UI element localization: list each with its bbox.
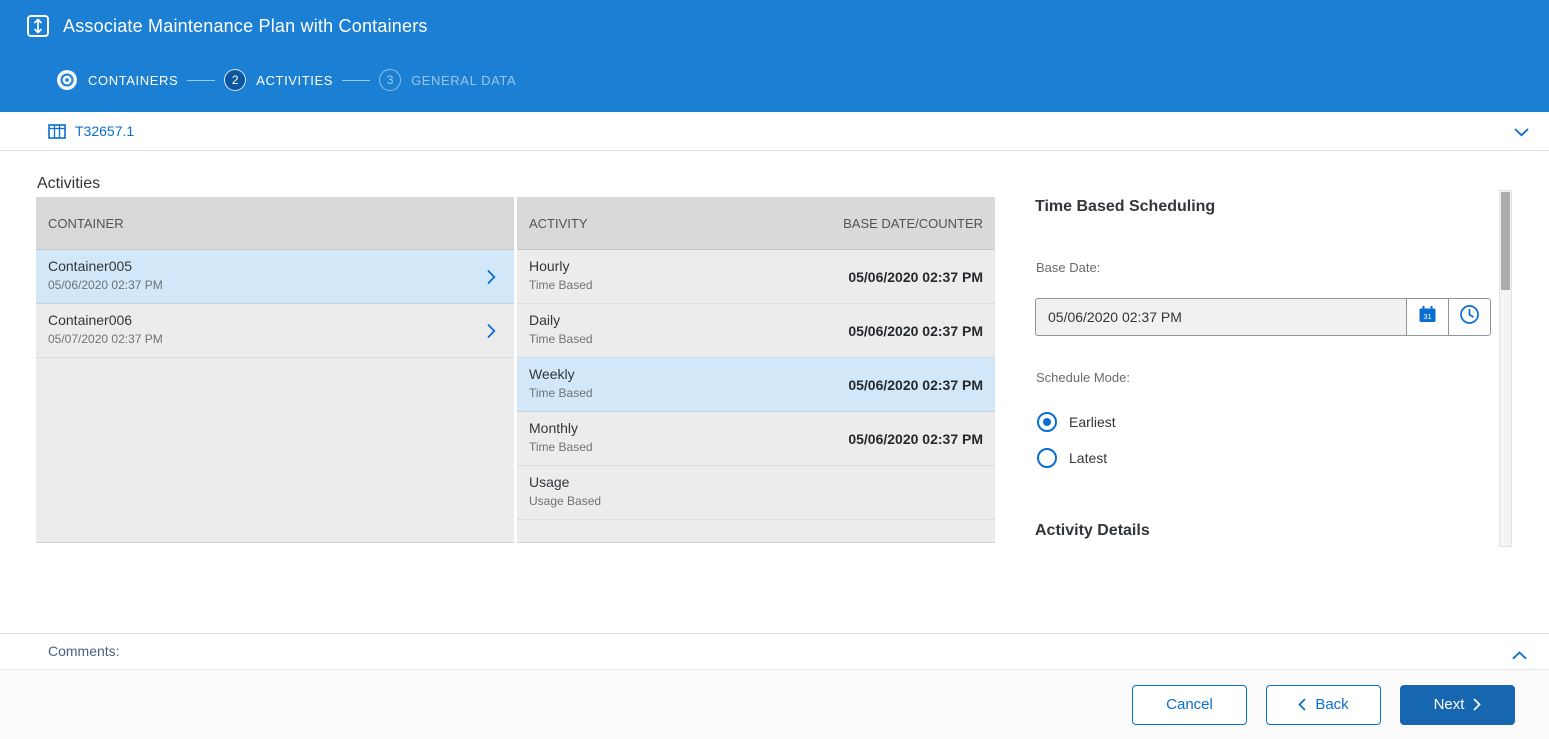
clock-icon: [1459, 304, 1480, 330]
object-link[interactable]: T32657.1: [48, 112, 134, 150]
svg-text:31: 31: [1423, 312, 1431, 321]
cancel-button[interactable]: Cancel: [1132, 684, 1247, 725]
activity-type: Time Based: [529, 440, 593, 454]
base-date-input[interactable]: 05/06/2020 02:37 PM: [1036, 299, 1406, 335]
activity-table: ACTIVITY BASE DATE/COUNTER Hourly Time B…: [517, 197, 995, 543]
calendar-icon: 31: [1418, 305, 1437, 329]
cancel-button-label: Cancel: [1166, 696, 1213, 713]
scheduling-panel: Time Based Scheduling Base Date: 05/06/2…: [1035, 190, 1492, 547]
activity-name: Weekly: [529, 366, 575, 382]
title-row: Associate Maintenance Plan with Containe…: [26, 14, 428, 38]
activity-name: Usage: [529, 474, 570, 490]
object-subheader: T32657.1: [0, 112, 1549, 151]
radio-earliest-control[interactable]: [1037, 412, 1057, 432]
back-button-label: Back: [1315, 696, 1349, 713]
page: Associate Maintenance Plan with Containe…: [0, 0, 1549, 739]
wizard-step-general-data[interactable]: 3 GENERAL DATA: [379, 69, 516, 91]
step-activities-number: 2: [224, 69, 247, 91]
container-name: Container005: [48, 258, 133, 274]
time-picker-button[interactable]: [1448, 299, 1490, 335]
step-general-data-label: GENERAL DATA: [411, 72, 517, 88]
activities-section-title: Activities: [37, 175, 101, 192]
step-connector: [342, 79, 371, 81]
wizard-steps: CONTAINERS 2 ACTIVITIES 3 GENERAL DATA: [56, 69, 516, 91]
app-header: Associate Maintenance Plan with Containe…: [0, 0, 1549, 112]
activity-table-header: ACTIVITY BASE DATE/COUNTER: [517, 197, 995, 250]
chevron-left-icon: [1298, 698, 1306, 711]
next-button[interactable]: Next: [1400, 684, 1515, 725]
step-general-data-number: 3: [379, 69, 402, 91]
comments-bar[interactable]: Comments:: [0, 633, 1549, 669]
radio-earliest-label: Earliest: [1069, 414, 1116, 430]
activity-details-title: Activity Details: [1035, 522, 1150, 539]
wizard-step-containers[interactable]: CONTAINERS: [56, 69, 178, 91]
chevron-right-icon[interactable]: [487, 269, 496, 284]
schedule-mode-label: Schedule Mode:: [1036, 370, 1130, 385]
activity-type: Time Based: [529, 332, 593, 346]
back-button[interactable]: Back: [1266, 684, 1381, 725]
activity-type: Usage Based: [529, 494, 602, 508]
chevron-down-icon[interactable]: [1514, 124, 1529, 142]
page-title: Associate Maintenance Plan with Containe…: [63, 15, 428, 36]
container-row-container006[interactable]: Container006 05/07/2020 02:37 PM: [36, 304, 514, 358]
base-date-label: Base Date:: [1036, 260, 1101, 275]
chevron-right-icon[interactable]: [487, 323, 496, 338]
activity-type: Time Based: [529, 386, 593, 400]
radio-latest[interactable]: Latest: [1037, 448, 1107, 468]
activity-type: Time Based: [529, 278, 593, 292]
container-table-header: CONTAINER: [36, 197, 514, 250]
object-id: T32657.1: [75, 123, 135, 139]
container-date: 05/06/2020 02:37 PM: [48, 278, 163, 292]
maintenance-plan-icon: [26, 14, 50, 38]
container-column-header: CONTAINER: [48, 215, 124, 231]
activity-name: Hourly: [529, 258, 570, 274]
comments-label: Comments:: [48, 643, 120, 659]
base-date-field: 05/06/2020 02:37 PM 31: [1035, 298, 1491, 336]
activity-name: Monthly: [529, 420, 579, 436]
base-date-column-header: BASE DATE/COUNTER: [843, 215, 983, 231]
step-connector: [187, 79, 216, 81]
scrollbar[interactable]: [1499, 190, 1512, 547]
scheduling-panel-title: Time Based Scheduling: [1035, 198, 1216, 215]
wizard-step-activities[interactable]: 2 ACTIVITIES: [224, 69, 333, 91]
container-name: Container006: [48, 312, 133, 328]
step-containers-icon: [56, 69, 78, 91]
scrollbar-thumb[interactable]: [1501, 192, 1510, 290]
step-activities-label: ACTIVITIES: [256, 72, 334, 88]
activity-row-monthly[interactable]: Monthly Time Based 05/06/2020 02:37 PM: [517, 412, 995, 466]
activity-base-date: 05/06/2020 02:37 PM: [848, 322, 983, 339]
step-containers-label: CONTAINERS: [88, 72, 179, 88]
chevron-up-icon[interactable]: [1512, 647, 1527, 665]
activity-column-header: ACTIVITY: [529, 215, 588, 231]
container-table: CONTAINER Container005 05/06/2020 02:37 …: [36, 197, 514, 543]
container-row-container005[interactable]: Container005 05/06/2020 02:37 PM: [36, 250, 514, 304]
activity-row-daily[interactable]: Daily Time Based 05/06/2020 02:37 PM: [517, 304, 995, 358]
activity-row-hourly[interactable]: Hourly Time Based 05/06/2020 02:37 PM: [517, 250, 995, 304]
activity-row-usage[interactable]: Usage Usage Based: [517, 466, 995, 520]
activity-name: Daily: [529, 312, 561, 328]
date-picker-button[interactable]: 31: [1406, 299, 1448, 335]
container-icon: [48, 123, 66, 139]
radio-latest-label: Latest: [1069, 450, 1108, 466]
activity-base-date: 05/06/2020 02:37 PM: [848, 268, 983, 285]
activity-base-date: 05/06/2020 02:37 PM: [848, 376, 983, 393]
chevron-right-icon: [1473, 698, 1482, 711]
container-date: 05/07/2020 02:37 PM: [48, 332, 163, 346]
activity-row-weekly[interactable]: Weekly Time Based 05/06/2020 02:37 PM: [517, 358, 995, 412]
footer-bar: Cancel Back Next: [0, 669, 1549, 739]
next-button-label: Next: [1433, 696, 1465, 713]
radio-earliest[interactable]: Earliest: [1037, 412, 1116, 432]
activity-base-date: 05/06/2020 02:37 PM: [848, 430, 983, 447]
radio-latest-control[interactable]: [1037, 448, 1057, 468]
